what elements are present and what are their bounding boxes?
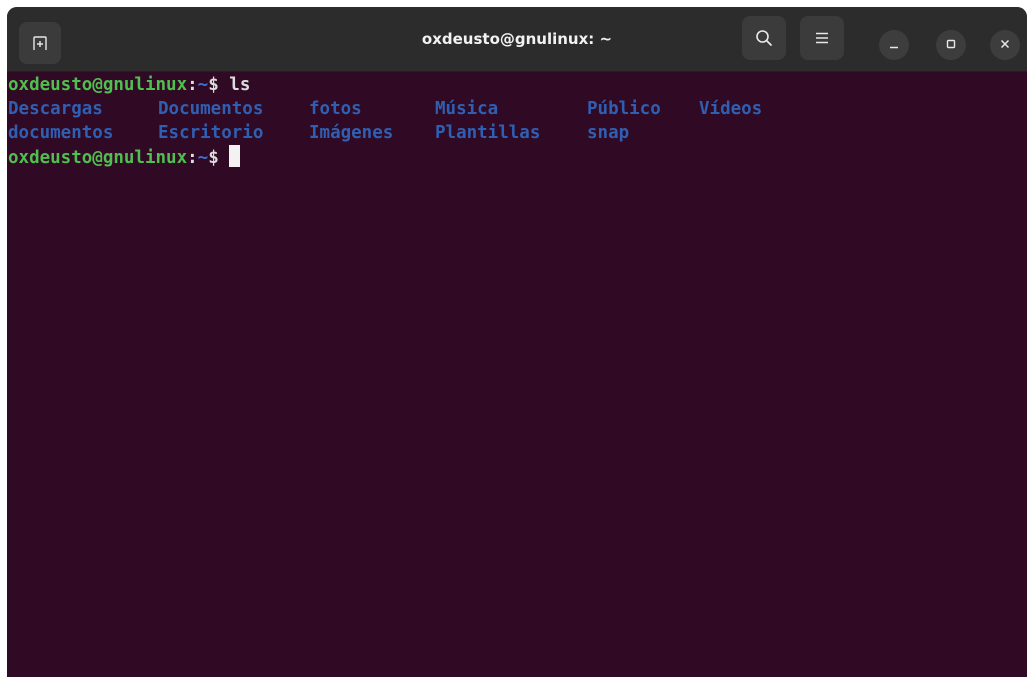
active-prompt-line[interactable]: oxdeusto@gnulinux:~$	[8, 145, 241, 169]
directory-entry: Música	[435, 99, 499, 119]
prompt-path: ~	[197, 75, 209, 95]
directory-entry: Público	[587, 99, 661, 119]
prompt-path: ~	[197, 148, 209, 168]
directory-entry: Documentos	[158, 99, 264, 119]
directory-entry: documentos	[8, 123, 114, 143]
prompt-user: oxdeusto@gnulinux	[8, 75, 188, 95]
listing-row: documentos Escritorio Imágenes Plantillas sn…	[8, 121, 629, 145]
text-cursor	[229, 145, 241, 167]
directory-entry: snap	[587, 123, 630, 143]
directory-entry: Descargas	[8, 99, 103, 119]
prompt-symbol: $	[208, 148, 230, 168]
hamburger-menu-icon	[815, 32, 829, 44]
minimize-icon	[889, 36, 899, 54]
search-icon	[755, 29, 773, 47]
maximize-icon	[946, 36, 956, 54]
directory-entry: Plantillas	[435, 123, 541, 143]
directory-entry: Vídeos	[699, 99, 763, 119]
maximize-button[interactable]	[936, 30, 966, 60]
close-icon	[1000, 36, 1010, 54]
title-bar[interactable]: oxdeusto@gnulinux: ~	[7, 7, 1027, 72]
terminal-output[interactable]: oxdeusto@gnulinux:~$ ls Descargas Documen…	[8, 73, 1023, 673]
directory-entry: fotos	[309, 99, 362, 119]
prompt-user: oxdeusto@gnulinux	[8, 148, 188, 168]
close-button[interactable]	[990, 30, 1020, 60]
listing-row: Descargas Documentos fotos Música Público Víd…	[8, 97, 762, 121]
directory-entry: Escritorio	[158, 123, 264, 143]
new-tab-icon	[32, 35, 48, 51]
search-button[interactable]	[742, 16, 786, 60]
command-text: ls	[229, 75, 251, 95]
new-tab-button[interactable]	[19, 22, 61, 64]
minimize-button[interactable]	[879, 30, 909, 60]
prompt-colon: :	[187, 75, 198, 95]
command-line: oxdeusto@gnulinux:~$ ls	[8, 73, 250, 97]
prompt-colon: :	[187, 148, 198, 168]
menu-button[interactable]	[800, 16, 844, 60]
window-title: oxdeusto@gnulinux: ~	[421, 30, 613, 48]
directory-entry: Imágenes	[309, 123, 394, 143]
prompt-symbol: $	[208, 75, 230, 95]
terminal-window: oxdeusto@gnulinux: ~ oxdeusto@gnulinux:~…	[7, 7, 1027, 677]
